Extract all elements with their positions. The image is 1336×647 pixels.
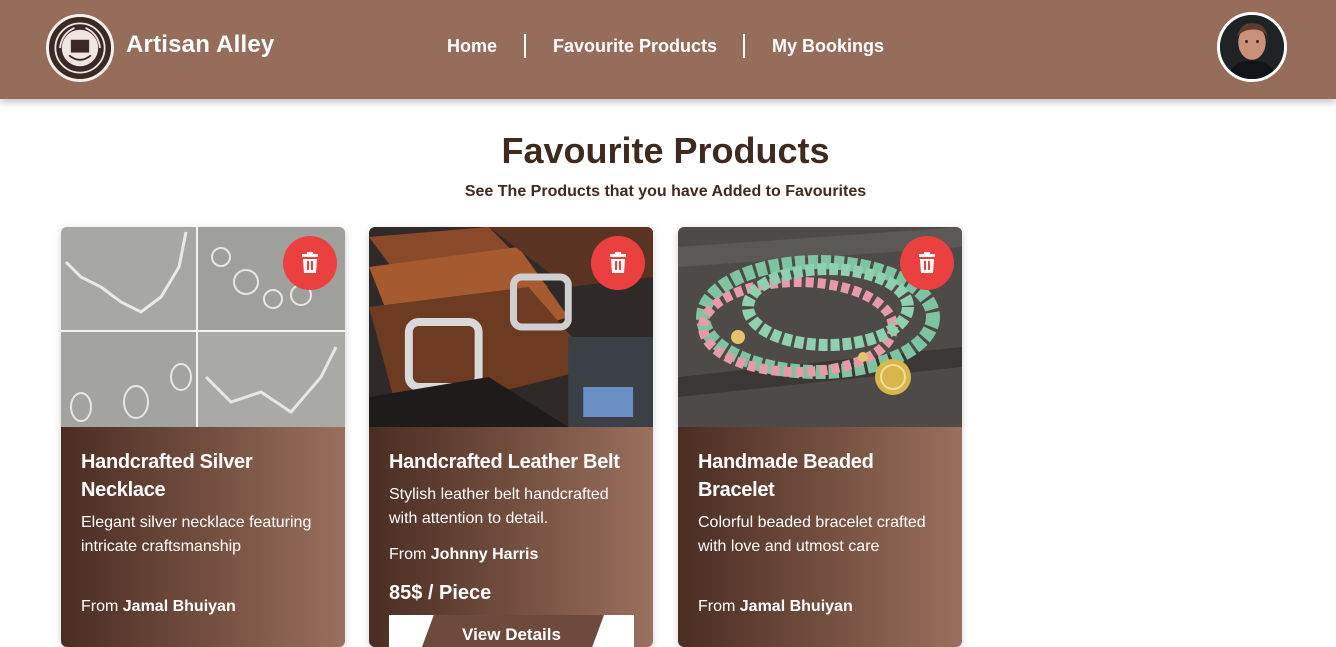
product-image-necklace[interactable] — [61, 227, 345, 427]
from-label: From — [389, 546, 427, 563]
product-card: Handcrafted Leather Belt Stylish leather… — [369, 227, 653, 647]
nav-favourite-products[interactable]: Favourite Products — [553, 36, 717, 57]
view-details-button[interactable]: View Details — [389, 615, 634, 647]
brand-logo[interactable] — [46, 14, 114, 82]
nav-divider — [743, 34, 745, 58]
artisan-name: Johnny Harris — [430, 546, 539, 563]
trash-icon — [919, 252, 935, 273]
nav-home[interactable]: Home — [447, 36, 497, 57]
remove-favourite-button[interactable] — [283, 236, 337, 290]
trash-icon — [302, 252, 318, 273]
from-label: From — [81, 598, 119, 615]
page-subtitle: See The Products that you have Added to … — [464, 183, 867, 200]
from-label: From — [698, 598, 736, 615]
product-image-bracelet[interactable] — [678, 227, 962, 427]
product-price: 85$ / Piece — [389, 582, 492, 604]
product-artisan: From Johnny Harris — [389, 546, 538, 564]
view-details-label: View Details — [419, 615, 604, 647]
trash-icon — [610, 252, 626, 273]
artisan-name: Jamal Bhuiyan — [122, 598, 236, 615]
product-title: Handcrafted Silver Necklace — [81, 451, 253, 501]
logo-emblem-icon — [49, 17, 111, 79]
page-title: Favourite Products — [501, 130, 830, 171]
product-image-belt[interactable] — [369, 227, 653, 427]
top-navbar: Artisan Alley Home Favourite Products My… — [0, 0, 1336, 99]
artisan-name: Jamal Bhuiyan — [739, 598, 853, 615]
product-description: Elegant silver necklace featuring intric… — [81, 514, 312, 555]
brand-name[interactable]: Artisan Alley — [126, 31, 274, 59]
remove-favourite-button[interactable] — [900, 236, 954, 290]
product-description: Colorful beaded bracelet crafted with lo… — [698, 514, 926, 555]
nav-my-bookings[interactable]: My Bookings — [772, 36, 884, 57]
product-description: Stylish leather belt handcrafted with at… — [389, 486, 609, 527]
product-card-body: Handcrafted Leather Belt Stylish leather… — [369, 427, 653, 647]
product-artisan: From Jamal Bhuiyan — [81, 598, 236, 616]
nav-divider — [524, 34, 526, 58]
avatar-photo — [1220, 15, 1284, 79]
product-title: Handcrafted Leather Belt — [389, 451, 620, 473]
product-card-body: Handcrafted Silver Necklace Elegant silv… — [61, 427, 345, 647]
product-card: Handcrafted Silver Necklace Elegant silv… — [61, 227, 345, 647]
product-artisan: From Jamal Bhuiyan — [698, 598, 853, 616]
product-title: Handmade Beaded Bracelet — [698, 451, 874, 501]
user-avatar[interactable] — [1217, 12, 1287, 82]
remove-favourite-button[interactable] — [591, 236, 645, 290]
product-card-body: Handmade Beaded Bracelet Colorful beaded… — [678, 427, 962, 647]
product-card: Handmade Beaded Bracelet Colorful beaded… — [678, 227, 962, 647]
